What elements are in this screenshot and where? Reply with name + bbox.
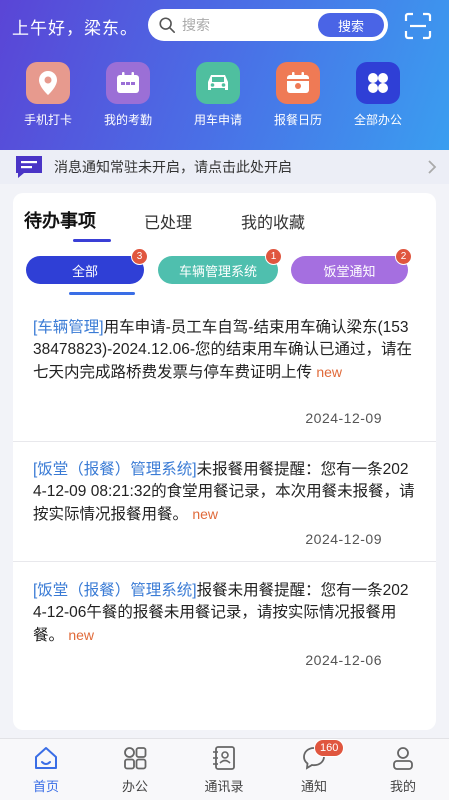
item-body: [饭堂（报餐）管理系统]未报餐用餐提醒：您有一条2024-12-09 08:21…	[33, 459, 416, 526]
nav-office[interactable]: 办公	[105, 745, 165, 795]
quick-action-attendance[interactable]: 我的考勤	[88, 62, 168, 128]
greeting-text: 上午好，梁东。	[12, 19, 138, 38]
quick-action-label: 手机打卡	[23, 113, 72, 127]
nav-profile[interactable]: 我的	[373, 745, 433, 795]
filter-active-indicator	[69, 292, 135, 295]
quick-action-label: 全部办公	[353, 113, 402, 127]
list-item[interactable]: [车辆管理]用车申请-员工车自驾-结束用车确认梁东(15338478823)-2…	[13, 317, 436, 437]
filter-count-badge: 1	[265, 248, 282, 265]
new-label: new	[316, 364, 343, 380]
scan-icon[interactable]	[404, 12, 432, 40]
item-tag: [饭堂（报餐）管理系统]	[33, 582, 197, 599]
car-icon	[196, 62, 240, 104]
tab-processed[interactable]: 已处理	[144, 209, 192, 233]
item-tag: [车辆管理]	[33, 319, 104, 336]
location-pin-icon	[26, 62, 70, 104]
apps-icon	[124, 747, 147, 770]
new-label: new	[68, 627, 95, 643]
search-icon	[159, 17, 176, 34]
user-icon	[393, 747, 413, 770]
item-date: 2024-12-09	[305, 410, 382, 426]
nav-label: 我的	[389, 779, 416, 794]
search-bar[interactable]: 搜索	[148, 9, 388, 41]
item-tag: [饭堂（报餐）管理系统]	[33, 461, 197, 478]
home-icon	[35, 747, 57, 769]
divider	[13, 441, 436, 442]
filter-label: 饭堂通知	[323, 263, 376, 279]
tab-active-indicator	[73, 239, 111, 242]
notice-text: 消息通知常驻未开启，请点击此处开启	[54, 159, 292, 175]
filter-all[interactable]: 全部 3	[26, 248, 148, 284]
nav-contacts[interactable]: 通讯录	[194, 745, 254, 795]
chevron-right-icon	[428, 160, 437, 174]
quick-action-label: 我的考勤	[103, 113, 152, 127]
quick-action-all-office[interactable]: 全部办公	[338, 62, 418, 128]
todo-card: 待办事项 已处理 我的收藏 全部 3 车辆管理系统 1 饭堂通知 2 [车辆管理…	[13, 193, 436, 730]
filter-label: 全部	[71, 263, 98, 279]
item-body: [饭堂（报餐）管理系统]报餐未用餐提醒：您有一条2024-12-06午餐的报餐未…	[33, 580, 416, 647]
divider	[13, 561, 436, 562]
item-body: [车辆管理]用车申请-员工车自驾-结束用车确认梁东(15338478823)-2…	[33, 317, 416, 384]
grid-icon	[356, 62, 400, 104]
tab-favorites[interactable]: 我的收藏	[241, 209, 305, 233]
list-item[interactable]: [饭堂（报餐）管理系统]报餐未用餐提醒：您有一条2024-12-06午餐的报餐未…	[13, 580, 436, 680]
contacts-icon	[213, 746, 235, 770]
quick-action-label: 用车申请	[193, 113, 242, 127]
item-date: 2024-12-09	[305, 531, 382, 547]
quick-actions: 手机打卡 我的考勤 用车申请 报餐日历 全部办公	[0, 62, 449, 128]
tab-todo[interactable]: 待办事项	[24, 207, 96, 233]
filter-canteen-notice[interactable]: 饭堂通知 2	[291, 248, 412, 284]
filter-count-badge: 2	[395, 248, 412, 265]
nav-label: 通知	[300, 779, 327, 794]
item-date: 2024-12-06	[305, 652, 382, 668]
tab-bar: 待办事项 已处理 我的收藏	[13, 207, 436, 237]
search-input[interactable]	[182, 17, 302, 33]
list-item[interactable]: [饭堂（报餐）管理系统]未报餐用餐提醒：您有一条2024-12-09 08:21…	[13, 459, 436, 559]
filter-vehicle-system[interactable]: 车辆管理系统 1	[158, 248, 282, 284]
quick-action-label: 报餐日历	[273, 113, 322, 127]
nav-label: 办公	[121, 779, 148, 794]
meal-calendar-icon	[276, 62, 320, 104]
quick-action-car-request[interactable]: 用车申请	[178, 62, 258, 128]
bottom-navigation: 首页 办公 通讯录 160 通知 我的	[0, 738, 449, 800]
filter-label: 车辆管理系统	[178, 263, 257, 279]
notification-settings-banner[interactable]: 消息通知常驻未开启，请点击此处开启	[0, 150, 449, 184]
filter-count-badge: 3	[131, 248, 148, 265]
quick-action-clock-in[interactable]: 手机打卡	[8, 62, 88, 128]
nav-label: 首页	[32, 779, 59, 794]
notification-count-badge: 160	[314, 739, 345, 757]
nav-notifications[interactable]: 160 通知	[284, 739, 345, 795]
calendar-icon	[106, 62, 150, 104]
message-icon	[16, 156, 42, 178]
search-button[interactable]: 搜索	[318, 13, 384, 37]
nav-label: 通讯录	[204, 779, 244, 794]
nav-home[interactable]: 首页	[16, 745, 76, 795]
new-label: new	[192, 506, 219, 522]
quick-action-meal-calendar[interactable]: 报餐日历	[258, 62, 338, 128]
